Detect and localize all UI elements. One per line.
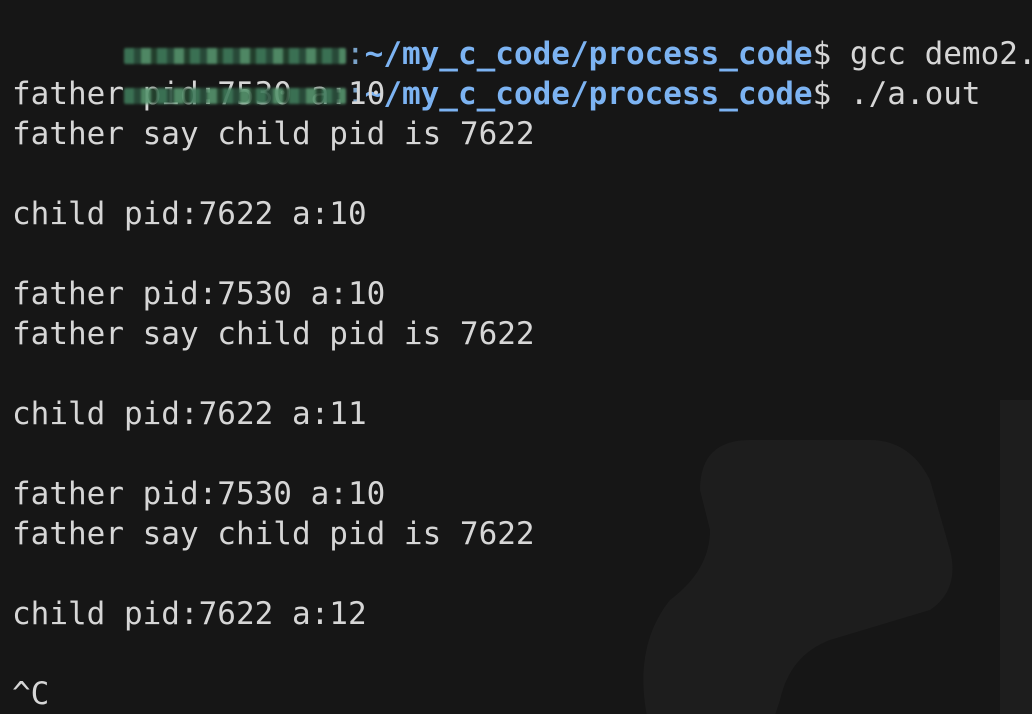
output-line: child pid:7622 a:12 (12, 596, 367, 632)
prompt-line-1: :~/my_c_code/process_code$ gcc demo2.c (12, 0, 1032, 72)
prompt-separator: : (345, 36, 365, 72)
username-redacted (123, 47, 346, 64)
prompt-symbol: $ (812, 76, 832, 112)
prompt-symbol: $ (812, 36, 832, 72)
interrupt-line: ^C (12, 676, 50, 712)
output-line: father pid:7530 a:10 (12, 476, 386, 512)
prompt-path: ~/my_c_code/process_code (364, 76, 813, 112)
output-line: father say child pid is 7622 (12, 316, 535, 352)
output-line: father pid:7530 a:10 (12, 276, 386, 312)
username-redacted (123, 87, 346, 104)
output-line: father say child pid is 7622 (12, 116, 535, 152)
terminal-content[interactable]: :~/my_c_code/process_code$ gcc demo2.c :… (12, 0, 1032, 714)
command-text: ./a.out (831, 76, 981, 112)
prompt-path: ~/my_c_code/process_code (364, 36, 813, 72)
output-line: child pid:7622 a:10 (12, 196, 367, 232)
terminal-window[interactable]: :~/my_c_code/process_code$ gcc demo2.c :… (0, 0, 1032, 714)
output-line: child pid:7622 a:11 (12, 396, 367, 432)
output-line: father say child pid is 7622 (12, 516, 535, 552)
command-text: gcc demo2.c (849, 36, 1032, 72)
